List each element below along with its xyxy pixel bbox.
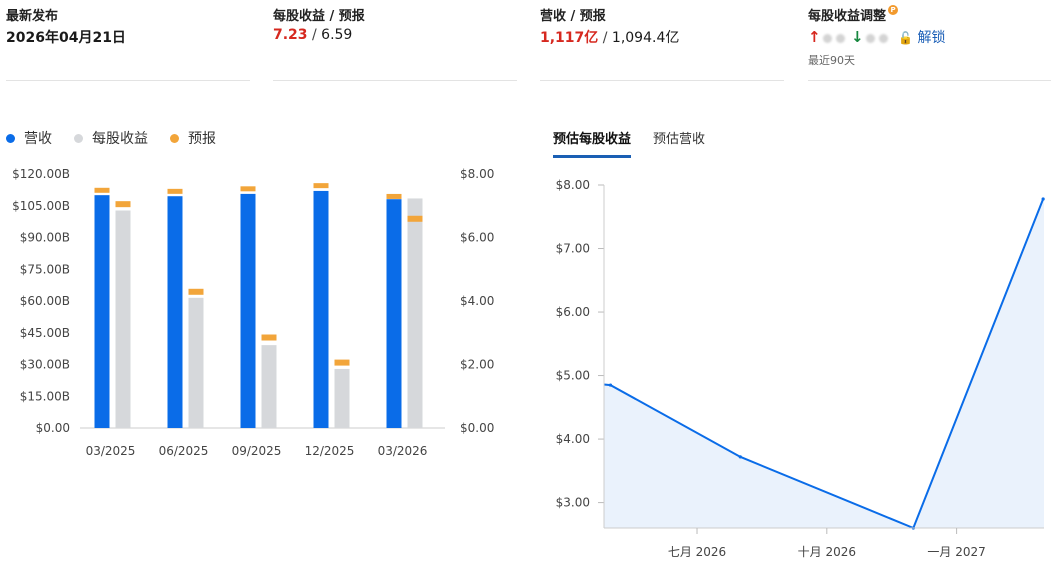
eps-bar — [115, 210, 131, 428]
left-axis-tick-label: $0.00 — [36, 421, 70, 435]
revenue-bar — [313, 190, 329, 428]
pro-badge-icon: P — [888, 5, 899, 15]
revenue-forecast-marker — [313, 183, 329, 189]
eps-forecast-marker — [261, 334, 277, 341]
x-axis-tick-label: 09/2025 — [232, 444, 282, 458]
tab-estimated-eps[interactable]: 预估每股收益 — [553, 128, 632, 158]
legend-item-revenue[interactable]: 营收 — [6, 128, 52, 148]
revenue-bar — [167, 196, 183, 428]
lock-icon: 🔓 — [898, 31, 914, 45]
eps-actual: 7.23 — [273, 27, 308, 43]
revenue-forecast-marker — [386, 193, 402, 199]
y-axis-tick-label: $5.00 — [556, 369, 590, 383]
hidden-value — [835, 33, 845, 43]
hidden-value — [822, 33, 832, 43]
legend-dot — [74, 133, 83, 143]
summary-row: 最新发布 2026年04月21日 每股收益 / 预报 7.23 / 6.59 营… — [0, 0, 1063, 82]
legend-dot — [6, 133, 15, 143]
x-axis-tick-label: 06/2025 — [159, 444, 209, 458]
x-axis-tick-label: 12/2025 — [305, 444, 355, 458]
estimate-tabs: 预估每股收益 预估营收 — [553, 128, 705, 158]
data-point — [738, 455, 742, 459]
y-axis-tick-label: $3.00 — [556, 496, 590, 510]
eps-label: 每股收益 / 预报 — [273, 9, 365, 24]
left-axis-tick-label: $60.00B — [20, 294, 70, 308]
right-axis-tick-label: $4.00 — [460, 294, 494, 308]
legend-item-eps[interactable]: 每股收益 — [74, 128, 148, 148]
release-date: 2026年04月21日 — [6, 30, 126, 46]
revenue-bar — [94, 195, 110, 428]
revenue-bar — [386, 199, 402, 428]
revision-value: ↑ ↓ 🔓 解锁 — [808, 27, 945, 47]
y-axis-tick-label: $7.00 — [556, 242, 590, 256]
left-axis-tick-label: $15.00B — [20, 389, 70, 403]
x-axis-tick-label: 十月 2026 — [798, 545, 856, 559]
x-axis-tick-label: 03/2025 — [86, 444, 136, 458]
x-axis-tick-label: 一月 2027 — [927, 545, 985, 559]
right-axis-tick-label: $6.00 — [460, 231, 494, 245]
eps-forecast-marker — [188, 288, 204, 295]
y-axis-tick-label: $6.00 — [556, 305, 590, 319]
eps-bar — [407, 198, 423, 428]
eps-forecast: 6.59 — [321, 27, 353, 43]
data-point — [608, 383, 613, 387]
x-axis-tick-label: 七月 2026 — [668, 545, 726, 559]
eps-value: 7.23 / 6.59 — [273, 27, 353, 43]
revenue-forecast-marker — [240, 186, 256, 192]
stat-eps: 每股收益 / 预报 7.23 / 6.59 — [273, 0, 517, 81]
release-label: 最新发布 — [6, 9, 59, 24]
eps-forecast-marker — [407, 215, 423, 222]
revenue-actual: 1,117亿 — [540, 30, 599, 46]
earnings-panel: 最新发布 2026年04月21日 每股收益 / 预报 7.23 / 6.59 营… — [0, 0, 1063, 566]
eps-bar — [188, 297, 204, 428]
eps-bar — [261, 345, 277, 428]
right-axis-tick-label: $0.00 — [460, 421, 494, 435]
hidden-value — [878, 33, 888, 43]
revenue-forecast-marker — [94, 187, 110, 193]
left-axis-tick-label: $90.00B — [20, 231, 70, 245]
left-axis-tick-label: $120.00B — [12, 167, 70, 181]
left-axis-tick-label: $105.00B — [12, 199, 70, 213]
left-axis-tick-label: $45.00B — [20, 326, 70, 340]
right-axis-tick-label: $8.00 — [460, 167, 494, 181]
stat-revision: 每股收益调整 P ↑ ↓ 🔓 解锁 最近90天 — [808, 0, 1051, 81]
revenue-value: 1,117亿 / 1,094.4亿 — [540, 30, 680, 46]
left-axis-tick-label: $30.00B — [20, 358, 70, 372]
y-axis-tick-label: $4.00 — [556, 432, 590, 446]
arrow-down-icon: ↓ — [851, 28, 864, 46]
revision-period: 最近90天 — [808, 54, 855, 67]
earnings-bar-chart: $0.00 $15.00B $30.00B $45.00B $60.00B $75.00B… — [12, 167, 494, 458]
stat-release: 最新发布 2026年04月21日 — [6, 0, 250, 81]
revenue-forecast-marker — [167, 188, 183, 194]
eps-estimate-line-chart: $3.00 $4.00 $5.00 $6.00 $7.00 $8.00 七月 2026 十月 … — [556, 178, 1045, 559]
stat-revenue: 营收 / 预报 1,117亿 / 1,094.4亿 — [540, 0, 784, 81]
tab-estimated-revenue[interactable]: 预估营收 — [653, 128, 705, 158]
right-axis-tick-label: $2.00 — [460, 358, 494, 372]
revenue-label: 营收 / 预报 — [540, 9, 606, 24]
eps-forecast-marker — [334, 359, 350, 366]
arrow-up-icon: ↑ — [808, 28, 821, 46]
y-axis-tick-label: $8.00 — [556, 178, 590, 192]
revision-label: 每股收益调整 P — [808, 5, 899, 24]
chart-legend: 营收 每股收益 预报 — [6, 128, 216, 148]
unlock-link[interactable]: 🔓 解锁 — [898, 30, 945, 46]
legend-item-forecast[interactable]: 预报 — [170, 128, 216, 148]
eps-bar — [334, 368, 350, 428]
legend-dot — [170, 133, 179, 143]
revenue-forecast: 1,094.4亿 — [611, 30, 680, 46]
data-point — [1041, 197, 1045, 201]
left-axis-tick-label: $75.00B — [20, 262, 70, 276]
revenue-bar — [240, 193, 256, 428]
x-axis-tick-label: 03/2026 — [378, 444, 428, 458]
hidden-value — [865, 33, 875, 43]
eps-forecast-marker — [115, 201, 131, 208]
